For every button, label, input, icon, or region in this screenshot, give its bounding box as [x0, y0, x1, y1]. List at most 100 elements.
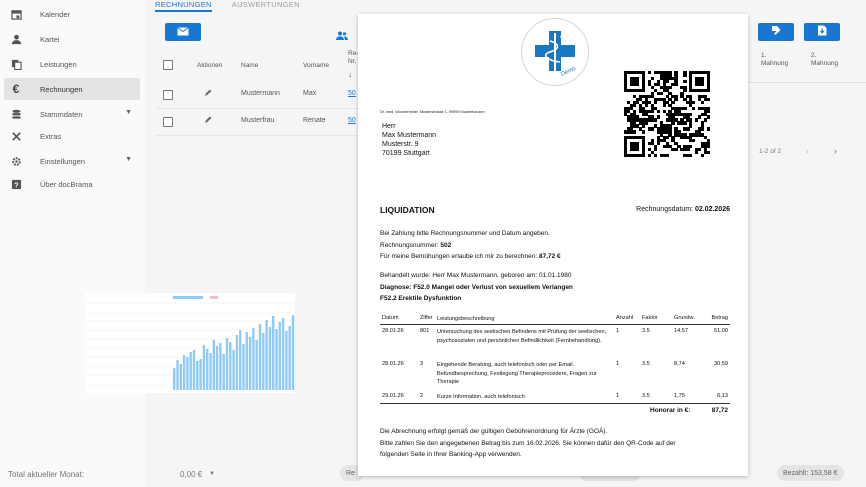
- chart-bar: [225, 338, 229, 390]
- col-mahnung-2[interactable]: 2. Mahnung: [811, 52, 838, 68]
- chevron-down-icon: ▼: [125, 109, 132, 116]
- sidebar-item-stammdaten[interactable]: Stammdaten ▼: [4, 103, 140, 125]
- sidebar-item-rechnungen[interactable]: € Rechnungen: [4, 78, 140, 100]
- sidebar-item-label: Extras: [40, 131, 62, 141]
- invoice-total-row: Honorar in €: 87,72: [380, 407, 730, 417]
- group-icon[interactable]: [336, 27, 348, 45]
- edit-icon[interactable]: [204, 89, 212, 99]
- invoice-number: Rechnungsnummer: 502: [380, 240, 561, 252]
- chart-bar: [222, 354, 225, 390]
- cell-vorname: Max: [303, 90, 317, 97]
- cell-date: 28.01.26: [382, 361, 404, 367]
- file-download-icon: [817, 23, 828, 41]
- chart-bar: [239, 330, 242, 390]
- chart-bar: [255, 340, 258, 390]
- sidebar-item-einstellungen[interactable]: Einstellungen ▼: [4, 150, 140, 172]
- invoice-intro: Bei Zahlung bitte Rechnungsnummer und Da…: [380, 228, 561, 263]
- th-date: Datum: [382, 315, 399, 321]
- chart-bar: [182, 355, 186, 390]
- col-vorname[interactable]: Vorname: [303, 62, 329, 69]
- database-icon: [10, 108, 22, 120]
- recipient-city: 70199 Stuttgart: [382, 150, 430, 157]
- invoice-amount-label: Für meine Bemühungen erlaube ich mir zu …: [380, 253, 538, 260]
- invoice-amount: Für meine Bemühungen erlaube ich mir zu …: [380, 251, 561, 263]
- th-ziffer: Ziffer: [420, 315, 433, 321]
- th-grundwert: Grundw.: [674, 315, 695, 321]
- invoice-preview: Demo Dr. med. Wunderheiler, Musterstrass…: [358, 14, 748, 476]
- row-checkbox[interactable]: [163, 90, 173, 100]
- file-edit-icon: [771, 23, 782, 41]
- cell-name: Musterfrau: [241, 117, 275, 124]
- chart-bar: [272, 316, 275, 390]
- total-value: 87,72: [711, 407, 728, 414]
- arrow-down-icon: ↓: [348, 70, 352, 79]
- total-month-value[interactable]: 0,00 €: [180, 470, 202, 479]
- sidebar: Kalender Kartei Leistungen € Rechnungen …: [0, 0, 146, 487]
- chart-bar: [265, 320, 268, 390]
- row-checkbox[interactable]: [163, 117, 173, 127]
- sidebar-item-label: Kalender: [40, 9, 71, 19]
- sidebar-item-extras[interactable]: Extras: [4, 125, 140, 147]
- invoice-date: Rechnungsdatum: 02.02.2026: [636, 206, 730, 213]
- chart-bar: [173, 368, 176, 390]
- footer-line-2: Bitte zahlen Sie den angegebenen Betrag …: [380, 439, 676, 447]
- cell-re-nr-link[interactable]: 50: [348, 90, 356, 97]
- export-button[interactable]: [758, 23, 794, 41]
- cell-name: Mustermann: [241, 90, 280, 97]
- sidebar-item-ueber[interactable]: ? Über docBrama: [4, 173, 140, 195]
- col-name[interactable]: Name: [241, 62, 258, 69]
- th-desc: Leistungsbeschreibung: [437, 316, 495, 322]
- invoice-date-label: Rechnungsdatum:: [636, 206, 693, 213]
- invoice-row: 29.01.26 2 Kurze Information, auch telef…: [380, 393, 730, 404]
- chevron-down-icon: ▼: [125, 156, 132, 163]
- sidebar-item-label: Kartei: [40, 34, 60, 44]
- invoice-number-value: 502: [440, 241, 452, 249]
- tab-rechnungen[interactable]: RECHNUNGEN: [155, 0, 212, 12]
- person-icon: [10, 33, 22, 45]
- dropdown-caret-icon[interactable]: ▼: [209, 471, 215, 477]
- chart-bar: [232, 350, 235, 390]
- chart-bar: [192, 350, 196, 390]
- col-re-nr[interactable]: Re- Nr.: [348, 50, 358, 66]
- sidebar-item-label: Über docBrama: [40, 179, 93, 189]
- sidebar-item-kalender[interactable]: Kalender: [4, 3, 140, 25]
- table-row[interactable]: Musterfrau Renate 50: [155, 109, 365, 136]
- col-mahnung-1[interactable]: 1. Mahnung: [761, 52, 788, 68]
- chevron-right-icon[interactable]: ›: [834, 146, 837, 156]
- patient-info: Behandelt wurde: Herr Max Mustermann, ge…: [380, 270, 573, 305]
- footer-line-3: folgenden Seite in Ihrer Banking-App ver…: [380, 451, 522, 458]
- tools-icon: [10, 130, 22, 142]
- revenue-chart: [85, 293, 295, 393]
- cell-re-nr-link[interactable]: 50: [348, 117, 356, 124]
- chart-bar: [252, 328, 255, 390]
- paid-badge: Bezahlt: 153,58 €: [777, 465, 844, 481]
- chart-bar: [248, 337, 252, 390]
- cell-betrag: 30,59: [714, 361, 728, 367]
- table-row[interactable]: Mustermann Max 50: [155, 82, 365, 109]
- edit-icon[interactable]: [204, 116, 212, 126]
- cell-ziffer: 2: [420, 393, 424, 399]
- chevron-left-icon[interactable]: ‹: [806, 146, 809, 156]
- divider: [748, 82, 866, 83]
- chart-bar: [206, 349, 209, 390]
- tab-auswertungen[interactable]: AUSWERTUNGEN: [232, 0, 300, 12]
- sidebar-item-label: Leistungen: [40, 59, 77, 69]
- cell-faktor: 3.5: [642, 328, 650, 334]
- invoice-date-value: 02.02.2026: [694, 206, 730, 213]
- recipient-salutation: Herr: [382, 123, 396, 130]
- invoice-row: 28.01.26 3 Eingehende Beratung, auch tel…: [380, 361, 730, 388]
- download-button[interactable]: [804, 23, 840, 41]
- chart-bar: [285, 331, 288, 390]
- qr-code: [624, 71, 711, 158]
- cell-grundwert: 8,74: [674, 361, 685, 367]
- chart-bar: [288, 326, 291, 390]
- select-all-checkbox[interactable]: [163, 60, 173, 70]
- sidebar-item-leistungen[interactable]: Leistungen: [4, 53, 140, 75]
- cell-faktor: 3.5: [642, 393, 650, 399]
- diagnosis-line-1: Diagnose: F52.0 Mangel oder Verlust von …: [380, 283, 573, 291]
- chart-bar: [179, 364, 182, 390]
- email-button[interactable]: [165, 23, 201, 41]
- sidebar-item-kartei[interactable]: Kartei: [4, 28, 140, 50]
- cell-betrag: 51,00: [714, 328, 728, 334]
- sidebar-item-label: Stammdaten: [40, 109, 83, 119]
